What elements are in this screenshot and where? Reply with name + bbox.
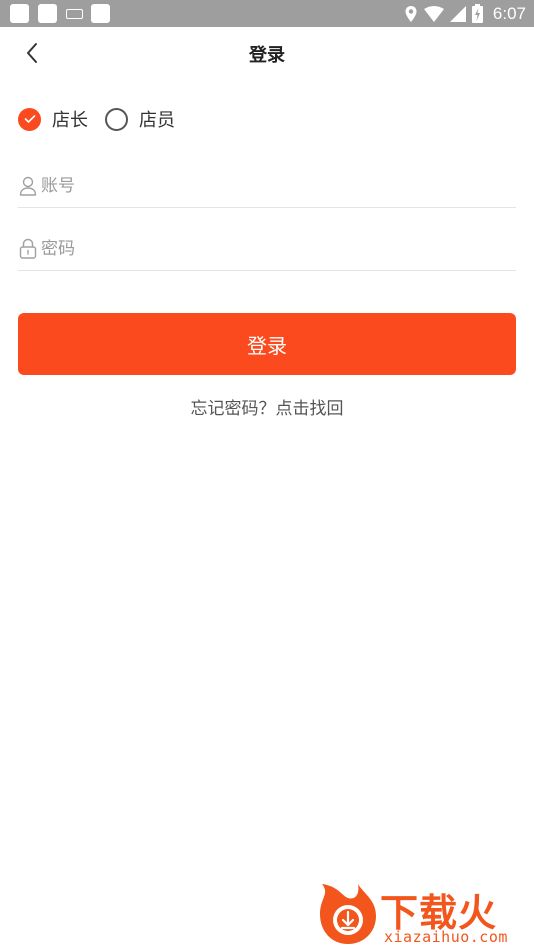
status-bar: 6:07 xyxy=(0,0,534,27)
location-icon xyxy=(405,5,417,22)
forgot-password-link[interactable]: 忘记密码？点击找回 xyxy=(0,394,534,419)
login-button[interactable]: 登录 xyxy=(18,313,516,375)
signal-icon xyxy=(449,5,466,22)
password-input[interactable] xyxy=(41,238,501,259)
role-label: 店员 xyxy=(139,110,175,131)
lock-icon xyxy=(18,238,38,260)
role-option-clerk[interactable]: 店员 xyxy=(105,106,175,132)
battery-icon xyxy=(471,4,483,23)
watermark-domain: xiazaihuo.com xyxy=(384,928,508,946)
notification-icon xyxy=(38,4,57,23)
account-input[interactable] xyxy=(41,175,501,196)
user-icon xyxy=(18,175,38,197)
role-label: 店长 xyxy=(52,110,88,131)
keyboard-icon xyxy=(66,9,83,19)
nav-bar: 登录 xyxy=(0,27,534,79)
radio-unchecked-icon[interactable] xyxy=(105,107,128,131)
page-title: 登录 xyxy=(249,45,285,66)
flame-logo-icon xyxy=(320,884,376,944)
checkmark-icon xyxy=(24,115,35,123)
status-time: 6:07 xyxy=(492,3,526,23)
password-field xyxy=(18,227,516,271)
role-selector: 店长 店员 xyxy=(18,106,175,132)
radio-checked-icon[interactable] xyxy=(18,107,41,131)
notification-icon xyxy=(10,4,29,23)
role-option-manager[interactable]: 店长 xyxy=(18,106,88,132)
wifi-icon xyxy=(423,5,444,22)
account-field xyxy=(18,164,516,208)
notification-icon xyxy=(91,4,110,23)
watermark-logo: 下载火 xiazaihuo.com xyxy=(314,880,530,946)
